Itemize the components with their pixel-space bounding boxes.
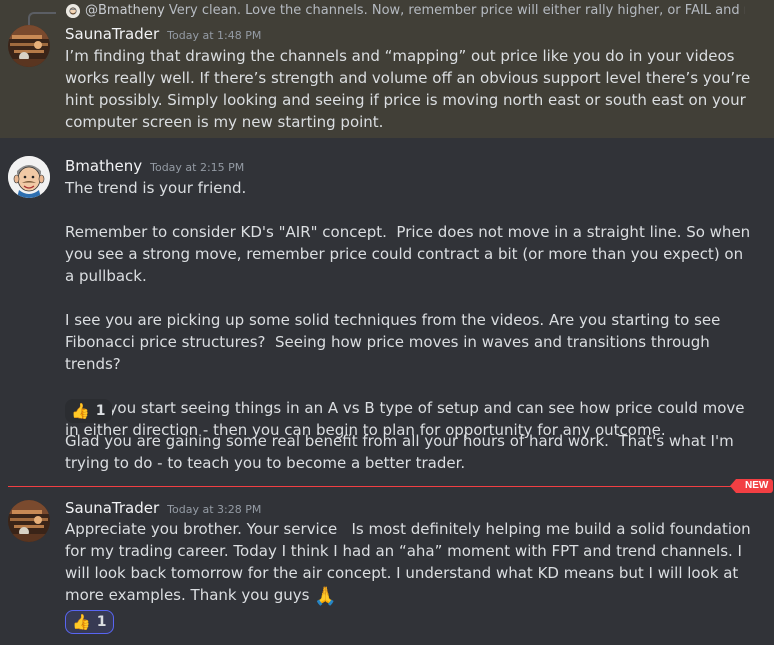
thumbs-up-icon: 👍 [72,613,91,631]
folded-hands-icon: 🙏 [314,586,337,607]
message-text: Appreciate you brother. Your service Is … [65,520,756,604]
reaction-thumbs-up[interactable]: 👍 1 [65,399,113,423]
message-saunatrader-1[interactable]: @Bmatheny Very clean. Love the channels. … [0,0,774,138]
message-paragraph: I see you are picking up some solid tech… [65,311,726,373]
message-content: Appreciate you brother. Your service Is … [65,518,755,606]
reaction-thumbs-up[interactable]: 👍 1 [65,610,115,634]
message-content: I’m finding that drawing the channels an… [65,45,755,133]
message-content: The trend is your friend. Remember to co… [65,177,755,441]
author-name[interactable]: Bmatheny [65,157,142,175]
reply-spine [28,12,56,26]
timestamp[interactable]: Today at 1:48 PM [167,29,261,42]
reply-snippet: Very clean. Love the channels. Now, reme… [168,3,745,18]
chat-message-list: @Bmatheny Very clean. Love the channels. … [0,0,774,645]
message-bmatheny[interactable]: Bmatheny Today at 2:15 PM The trend is yo… [0,138,774,478]
reply-avatar [66,4,80,18]
avatar[interactable] [8,500,50,542]
message-content: Glad you are gaining some real benefit f… [65,430,755,474]
new-messages-divider [8,486,738,487]
reply-preview[interactable]: @Bmatheny Very clean. Love the channels. … [0,0,774,26]
avatar[interactable] [8,156,50,198]
message-paragraph: The trend is your friend. [65,179,247,197]
message-header: SaunaTrader Today at 1:48 PM [65,24,261,44]
message-paragraph: Glad you are gaining some real benefit f… [65,432,739,472]
author-name[interactable]: SaunaTrader [65,499,159,517]
message-header: SaunaTrader Today at 3:28 PM [65,498,261,518]
message-paragraph: Remember to consider KD's "AIR" concept.… [65,223,755,285]
message-saunatrader-2[interactable]: SaunaTrader Today at 3:28 PM Appreciate y… [0,490,774,645]
reply-author[interactable]: @Bmatheny [85,3,165,18]
thumbs-up-icon: 👍 [71,402,90,420]
reaction-count: 1 [96,614,107,630]
message-header: Bmatheny Today at 2:15 PM [65,156,244,176]
timestamp[interactable]: Today at 3:28 PM [167,503,261,516]
timestamp[interactable]: Today at 2:15 PM [150,161,244,174]
message-paragraph: Appreciate you brother. Your service Is … [65,518,755,606]
reply-text[interactable]: @Bmatheny Very clean. Love the channels. … [85,2,745,20]
author-name[interactable]: SaunaTrader [65,25,159,43]
reaction-count: 1 [95,403,106,419]
message-paragraph: I’m finding that drawing the channels an… [65,47,756,131]
avatar[interactable] [8,25,50,67]
